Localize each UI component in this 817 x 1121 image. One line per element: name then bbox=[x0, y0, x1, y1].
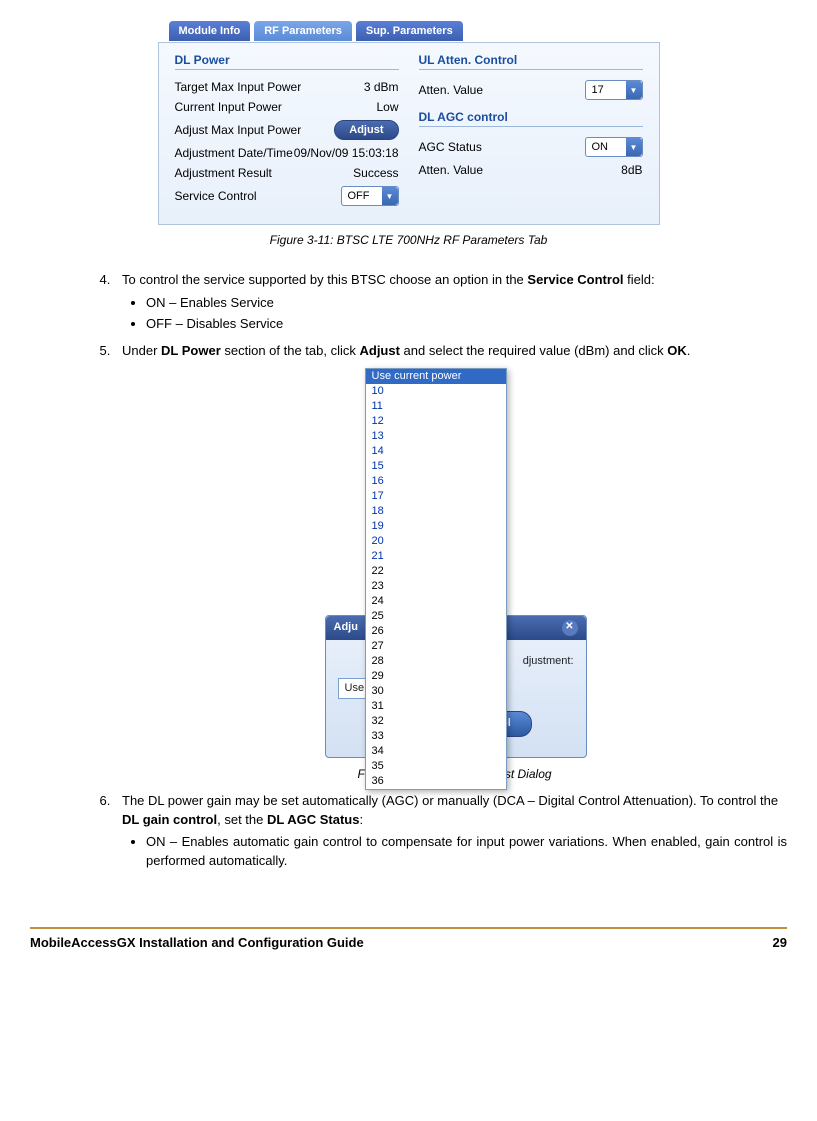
list-item[interactable]: 26 bbox=[366, 624, 506, 639]
list-item[interactable]: 28 bbox=[366, 654, 506, 669]
dl-power-section: DL Power Target Max Input Power3 dBm Cur… bbox=[175, 53, 399, 212]
tab-module-info[interactable]: Module Info bbox=[169, 21, 251, 41]
list-item[interactable]: 13 bbox=[366, 429, 506, 444]
agc-status-select[interactable]: ON ▼ bbox=[585, 137, 643, 157]
list-item[interactable]: 14 bbox=[366, 444, 506, 459]
figure-caption-1: Figure 3-11: BTSC LTE 700NHz RF Paramete… bbox=[30, 233, 787, 247]
dialog-title: Adju bbox=[334, 620, 358, 636]
list-item[interactable]: 21 bbox=[366, 549, 506, 564]
list-item[interactable]: 16 bbox=[366, 474, 506, 489]
rf-parameters-screenshot: Module Info RF Parameters Sup. Parameter… bbox=[30, 20, 787, 225]
bullet: ON – Enables automatic gain control to c… bbox=[146, 833, 787, 871]
list-item[interactable]: 34 bbox=[366, 744, 506, 759]
chevron-down-icon: ▼ bbox=[626, 138, 642, 156]
dl-power-adjust-screenshot: Adju ✕ djustment: Use current power ▼ OK… bbox=[122, 368, 787, 758]
list-item[interactable]: 23 bbox=[366, 579, 506, 594]
page-footer: MobileAccessGX Installation and Configur… bbox=[30, 927, 787, 950]
bullet: OFF – Disables Service bbox=[146, 315, 787, 334]
rf-parameters-panel: Module Info RF Parameters Sup. Parameter… bbox=[158, 42, 660, 225]
chevron-down-icon: ▼ bbox=[626, 81, 642, 99]
list-item[interactable]: 17 bbox=[366, 489, 506, 504]
ul-atten-title: UL Atten. Control bbox=[419, 53, 643, 70]
step-5: Under DL Power section of the tab, click… bbox=[114, 342, 787, 784]
list-item[interactable]: 29 bbox=[366, 669, 506, 684]
list-item[interactable]: 20 bbox=[366, 534, 506, 549]
list-item[interactable]: Use current power bbox=[366, 369, 506, 384]
bullet: ON – Enables Service bbox=[146, 294, 787, 313]
list-item[interactable]: 19 bbox=[366, 519, 506, 534]
tab-rf-parameters[interactable]: RF Parameters bbox=[254, 21, 352, 41]
list-item[interactable]: 33 bbox=[366, 729, 506, 744]
power-options-list[interactable]: Use current power 1011121314151617181920… bbox=[365, 368, 507, 790]
list-item[interactable]: 27 bbox=[366, 639, 506, 654]
list-item[interactable]: 25 bbox=[366, 609, 506, 624]
list-item[interactable]: 15 bbox=[366, 459, 506, 474]
atten-value-select[interactable]: 17 ▼ bbox=[585, 80, 643, 100]
list-item[interactable]: 35 bbox=[366, 759, 506, 774]
list-item[interactable]: 24 bbox=[366, 594, 506, 609]
list-item[interactable]: 18 bbox=[366, 504, 506, 519]
step-6: The DL power gain may be set automatical… bbox=[114, 792, 787, 871]
list-item[interactable]: 32 bbox=[366, 714, 506, 729]
tab-sup-parameters[interactable]: Sup. Parameters bbox=[356, 21, 463, 41]
dl-agc-title: DL AGC control bbox=[419, 110, 643, 127]
list-item[interactable]: 10 bbox=[366, 384, 506, 399]
list-item[interactable]: 36 bbox=[366, 774, 506, 789]
page-number: 29 bbox=[773, 935, 787, 950]
list-item[interactable]: 31 bbox=[366, 699, 506, 714]
list-item[interactable]: 22 bbox=[366, 564, 506, 579]
chevron-down-icon: ▼ bbox=[382, 187, 398, 205]
footer-title: MobileAccessGX Installation and Configur… bbox=[30, 935, 364, 950]
list-item[interactable]: 11 bbox=[366, 399, 506, 414]
list-item[interactable]: 30 bbox=[366, 684, 506, 699]
adjust-button[interactable]: Adjust bbox=[334, 120, 398, 140]
service-control-select[interactable]: OFF ▼ bbox=[341, 186, 399, 206]
instruction-list: To control the service supported by this… bbox=[30, 271, 787, 871]
close-icon[interactable]: ✕ bbox=[562, 620, 578, 636]
step-4: To control the service supported by this… bbox=[114, 271, 787, 334]
list-item[interactable]: 12 bbox=[366, 414, 506, 429]
dl-power-title: DL Power bbox=[175, 53, 399, 70]
ul-atten-section: UL Atten. Control Atten. Value 17 ▼ DL A… bbox=[419, 53, 643, 212]
